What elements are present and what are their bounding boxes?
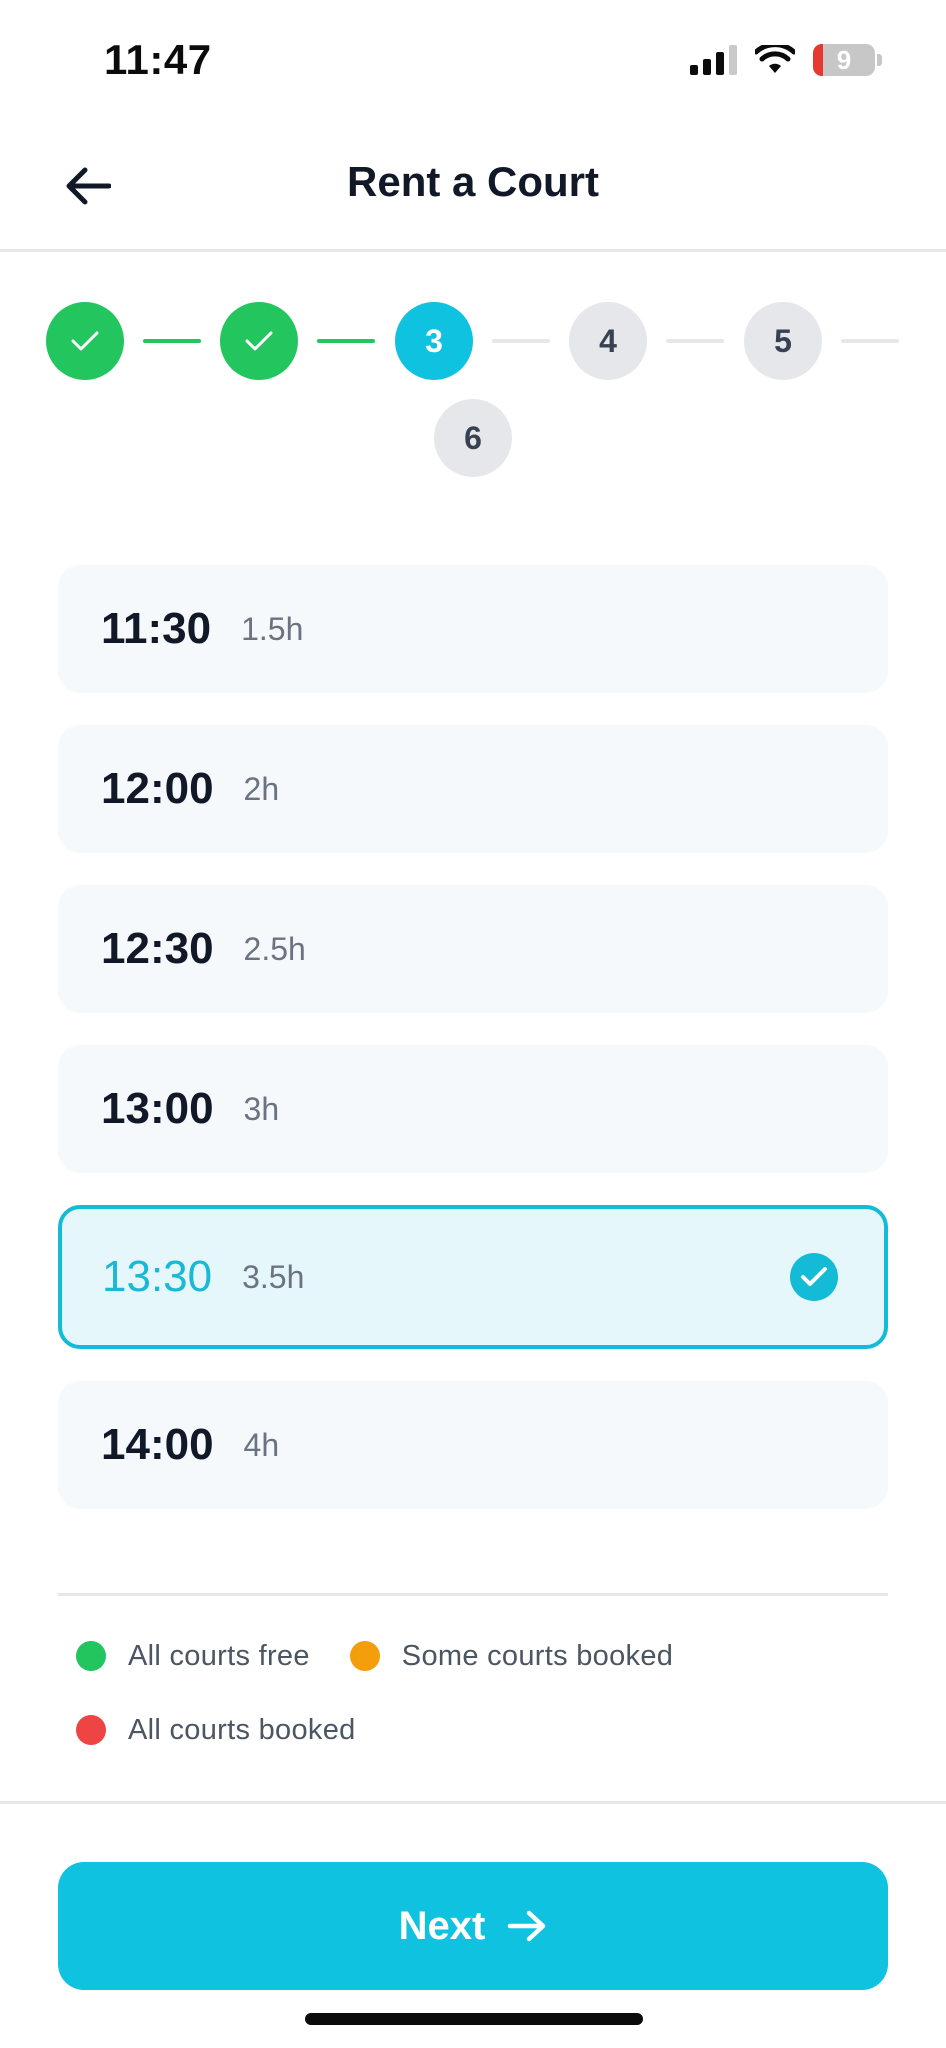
- check-circle-icon: [790, 1253, 838, 1301]
- next-button-label: Next: [398, 1903, 486, 1948]
- divider: [0, 1801, 946, 1804]
- slot-duration: 2h: [243, 770, 280, 807]
- slot-time: 12:00: [101, 764, 214, 813]
- slot-time: 11:30: [101, 604, 212, 653]
- time-slot-selected[interactable]: 13:30 3.5h: [58, 1205, 888, 1349]
- time-slot[interactable]: 12:00 2h: [58, 725, 888, 853]
- slot-duration: 3h: [243, 1090, 280, 1127]
- stepper: 3 4 5 6: [0, 252, 946, 492]
- step-connector: [841, 339, 899, 343]
- signal-icon: [690, 45, 737, 75]
- time-slot-list: 11:30 1.5h 12:00 2h 12:30 2.5h 13:00 3h …: [58, 565, 888, 1541]
- legend-item-all-free: All courts free: [76, 1640, 310, 1673]
- slot-time: 12:30: [101, 924, 214, 973]
- step-connector: [666, 339, 724, 343]
- wifi-icon: [755, 45, 795, 73]
- battery-icon: 9: [813, 44, 875, 76]
- divider: [58, 1593, 888, 1596]
- time-slot[interactable]: 11:30 1.5h: [58, 565, 888, 693]
- step-1: [46, 302, 124, 380]
- status-icons: 9: [690, 44, 882, 76]
- slot-duration: 4h: [243, 1426, 280, 1463]
- legend-label: Some courts booked: [401, 1639, 674, 1672]
- legend-item-all-booked: All courts booked: [76, 1714, 356, 1747]
- red-dot-icon: [76, 1715, 106, 1745]
- legend-label: All courts booked: [128, 1713, 356, 1746]
- slot-time: 14:00: [101, 1420, 214, 1469]
- availability-legend: All courts free Some courts booked All c…: [76, 1628, 888, 1776]
- time-slot[interactable]: 12:30 2.5h: [58, 885, 888, 1013]
- battery-cap: [877, 54, 882, 66]
- slot-duration: 1.5h: [241, 610, 304, 647]
- step-connector: [492, 339, 550, 343]
- orange-dot-icon: [349, 1641, 380, 1671]
- step-3: 3: [395, 302, 473, 380]
- checkmark-icon: [71, 331, 99, 351]
- header: Rent a Court: [0, 120, 946, 252]
- slot-duration: 2.5h: [243, 930, 306, 967]
- arrow-right-icon: [508, 1910, 546, 1942]
- time-slot[interactable]: 13:00 3h: [58, 1045, 888, 1173]
- step-4: 4: [569, 302, 647, 380]
- slot-time: 13:30: [102, 1252, 213, 1301]
- battery-level: 9: [836, 44, 852, 75]
- screen: 11:47 9 Rent a Court 3 4 5 6 11:30 1.5h …: [0, 0, 946, 2048]
- step-connector: [143, 339, 201, 343]
- time-slot[interactable]: 14:00 4h: [58, 1381, 888, 1509]
- status-time: 11:47: [104, 36, 212, 83]
- legend-label: All courts free: [128, 1639, 310, 1672]
- slot-time: 13:00: [101, 1084, 214, 1133]
- status-bar: 11:47 9: [0, 0, 946, 120]
- step-5: 5: [744, 302, 822, 380]
- slot-duration: 3.5h: [242, 1258, 305, 1295]
- next-button[interactable]: Next: [58, 1862, 888, 1990]
- checkmark-icon: [245, 331, 273, 351]
- legend-row: All courts free Some courts booked: [76, 1628, 888, 1684]
- page-title: Rent a Court: [347, 158, 599, 205]
- step-2: [220, 302, 298, 380]
- legend-row: All courts booked: [76, 1702, 888, 1758]
- battery-low-fill: [813, 44, 823, 76]
- step-connector: [317, 339, 375, 343]
- home-indicator: [305, 2013, 643, 2025]
- step-6: 6: [434, 399, 512, 477]
- legend-item-some-booked: Some courts booked: [349, 1639, 674, 1673]
- green-dot-icon: [76, 1641, 106, 1671]
